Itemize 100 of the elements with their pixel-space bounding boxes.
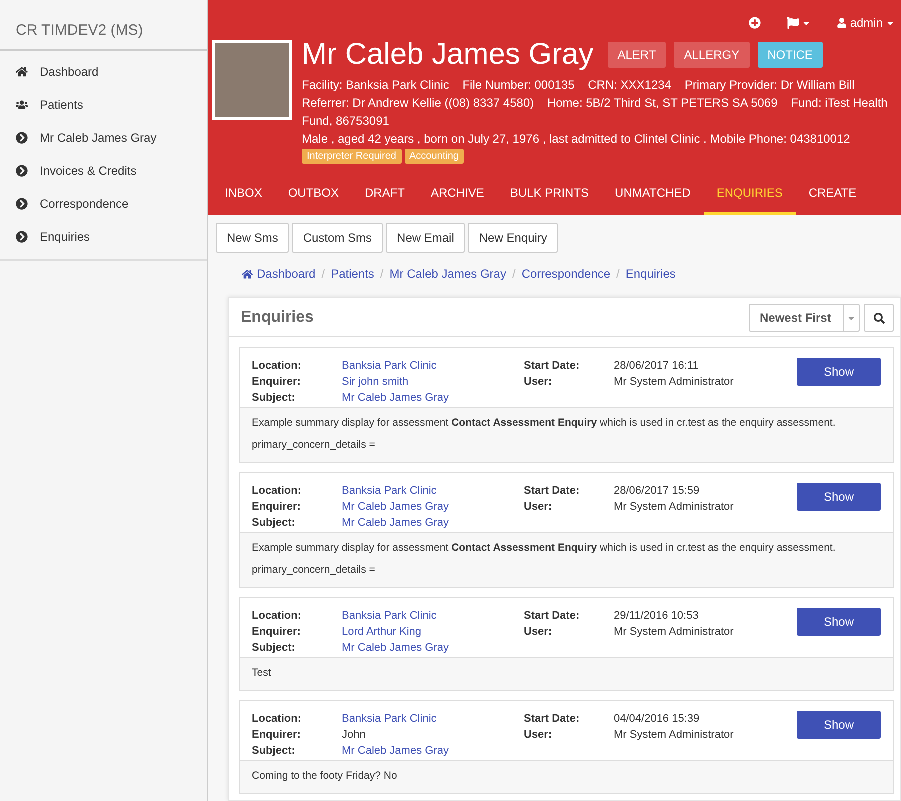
user-menu-button[interactable]: admin — [837, 16, 895, 30]
nav-tab[interactable]: DRAFT — [352, 176, 418, 215]
field-label: User: — [524, 625, 554, 640]
field-value: 04/04/2016 15:39 — [614, 712, 701, 727]
field-label: Subject: — [252, 641, 296, 656]
show-button[interactable]: Show — [797, 711, 881, 739]
action-button[interactable]: New Email — [386, 223, 466, 253]
sidebar-item[interactable]: Mr Caleb James Gray — [0, 121, 207, 154]
field-label: Enquirer: — [252, 728, 302, 743]
field-link[interactable]: Mr Caleb James Gray — [342, 499, 524, 515]
sidebar-item[interactable]: Invoices & Credits — [0, 154, 207, 187]
field-label: Location: — [252, 712, 302, 727]
enquiry-summary: primary_concern_details = — [252, 563, 376, 578]
field-link[interactable]: Lord Arthur King — [342, 624, 524, 640]
field-label: Subject: — [252, 744, 296, 759]
add-button[interactable] — [749, 16, 762, 30]
nav-tab[interactable]: UNMATCHED — [602, 176, 704, 215]
field-link[interactable]: Banksia Park Clinic — [342, 711, 524, 727]
field-link[interactable]: Banksia Park Clinic — [342, 608, 524, 624]
show-button[interactable]: Show — [797, 483, 881, 511]
action-button[interactable]: New Sms — [216, 223, 290, 253]
home-icon — [16, 66, 28, 78]
chevron-right-icon — [16, 164, 28, 176]
status-badge[interactable]: ALLERGY — [674, 42, 750, 68]
action-button[interactable]: New Enquiry — [468, 223, 558, 253]
enquiry-summary: Test — [252, 666, 272, 681]
chevron-right-icon — [16, 198, 28, 210]
breadcrumb-separator: / — [322, 267, 326, 281]
nav-tab[interactable]: CREATE — [796, 176, 870, 215]
flag-menu-button[interactable] — [787, 16, 812, 30]
breadcrumb-link[interactable]: Patients — [331, 267, 374, 281]
sidebar-item[interactable]: Correspondence — [0, 187, 207, 220]
status-badge[interactable]: ALERT — [608, 42, 666, 68]
field-value: Mr System Administrator — [614, 625, 735, 640]
show-button[interactable]: Show — [797, 358, 881, 386]
enquiry-summary: Coming to the footy Friday? No — [252, 769, 398, 784]
patient-details: Facility: Banksia Park Clinic File Number: 000135 CRN: XXX1234 Primary Provider: Dr William Bill Referrer: Dr Andrew Kellie ((08) 8337 4580) Home: 5B/2 Third St, ST PETERS SA 5069 Fund: iTest Health Fund, 86753091 — [302, 77, 889, 130]
field-link[interactable]: Banksia Park Clinic — [342, 358, 524, 374]
field-label: Start Date: — [524, 484, 581, 499]
field-link[interactable]: Mr Caleb James Gray — [342, 390, 524, 406]
breadcrumb-link[interactable]: Correspondence — [522, 267, 611, 281]
search-button[interactable] — [864, 304, 894, 332]
field-label: Enquirer: — [252, 375, 302, 390]
enquiry-summary: Example summary display for assessment Contact Assessment Enquiry which is used in cr.test as the enquiry assessment. — [252, 416, 837, 431]
breadcrumb-link[interactable]: Dashboard — [242, 267, 316, 281]
sidebar-item[interactable]: Enquiries — [0, 220, 207, 253]
nav-tab[interactable]: OUTBOX — [275, 176, 352, 215]
field-value: 29/11/2016 10:53 — [614, 609, 700, 624]
sort-select[interactable]: Newest First — [749, 304, 860, 332]
user-icon — [837, 18, 848, 28]
field-link[interactable]: Banksia Park Clinic — [342, 483, 524, 499]
breadcrumb-separator: / — [616, 267, 620, 281]
field-label: Location: — [252, 484, 302, 499]
field-link[interactable]: Mr Caleb James Gray — [342, 640, 524, 656]
field-label: Start Date: — [524, 712, 581, 727]
show-button[interactable]: Show — [797, 608, 881, 636]
field-label: User: — [524, 728, 554, 743]
field-label: Enquirer: — [252, 500, 302, 515]
nav-tab[interactable]: ENQUIRIES — [704, 176, 796, 215]
field-value: 28/06/2017 16:11 — [614, 359, 700, 374]
field-label: Enquirer: — [252, 625, 302, 640]
field-label: Start Date: — [524, 609, 581, 624]
field-value: Mr System Administrator — [614, 728, 735, 743]
home-icon — [242, 268, 253, 280]
nav-tab[interactable]: BULK PRINTS — [497, 176, 602, 215]
search-icon — [874, 312, 884, 324]
patient-summary: Male , aged 42 years , born on July 27, 1976 , last admitted to Clintel Clinic . Mobile Phone: 043810012 — [302, 131, 852, 148]
field-link[interactable]: Mr Caleb James Gray — [342, 515, 524, 531]
field-label: User: — [524, 375, 554, 390]
patient-tag: Accounting — [404, 149, 464, 164]
nav-tab[interactable]: ARCHIVE — [418, 176, 498, 215]
sidebar-item[interactable]: Dashboard — [0, 55, 207, 88]
field-label: Location: — [252, 609, 302, 624]
field-value: John — [342, 728, 367, 743]
breadcrumb-link[interactable]: Enquiries — [626, 267, 676, 281]
field-label: Start Date: — [524, 359, 581, 374]
field-value: Mr System Administrator — [614, 375, 735, 390]
panel-title: Enquiries — [241, 309, 315, 327]
field-label: Location: — [252, 359, 302, 374]
chevron-right-icon — [16, 132, 28, 144]
field-link[interactable]: Mr Caleb James Gray — [342, 743, 524, 759]
sidebar-item[interactable]: Patients — [0, 88, 207, 121]
breadcrumb-separator: / — [512, 267, 516, 281]
action-button[interactable]: Custom Sms — [292, 223, 384, 253]
field-label: User: — [524, 500, 554, 515]
enquiry-summary: Example summary display for assessment Contact Assessment Enquiry which is used in cr.test as the enquiry assessment. — [252, 541, 837, 556]
patient-name: Mr Caleb James Gray — [302, 38, 594, 72]
field-label: Subject: — [252, 391, 296, 406]
enquiry-summary: primary_concern_details = — [252, 438, 376, 453]
field-label: Subject: — [252, 516, 296, 531]
patient-tag: Interpreter Required — [302, 149, 402, 164]
field-link[interactable]: Sir john smith — [342, 374, 524, 390]
breadcrumb-separator: / — [380, 267, 384, 281]
flag-icon — [787, 17, 800, 29]
users-icon — [16, 98, 28, 110]
chevron-right-icon — [16, 230, 28, 242]
breadcrumb-link[interactable]: Mr Caleb James Gray — [390, 267, 506, 281]
field-value: Mr System Administrator — [614, 500, 735, 515]
field-value: 28/06/2017 15:59 — [614, 484, 701, 499]
nav-tab[interactable]: INBOX — [212, 176, 276, 215]
